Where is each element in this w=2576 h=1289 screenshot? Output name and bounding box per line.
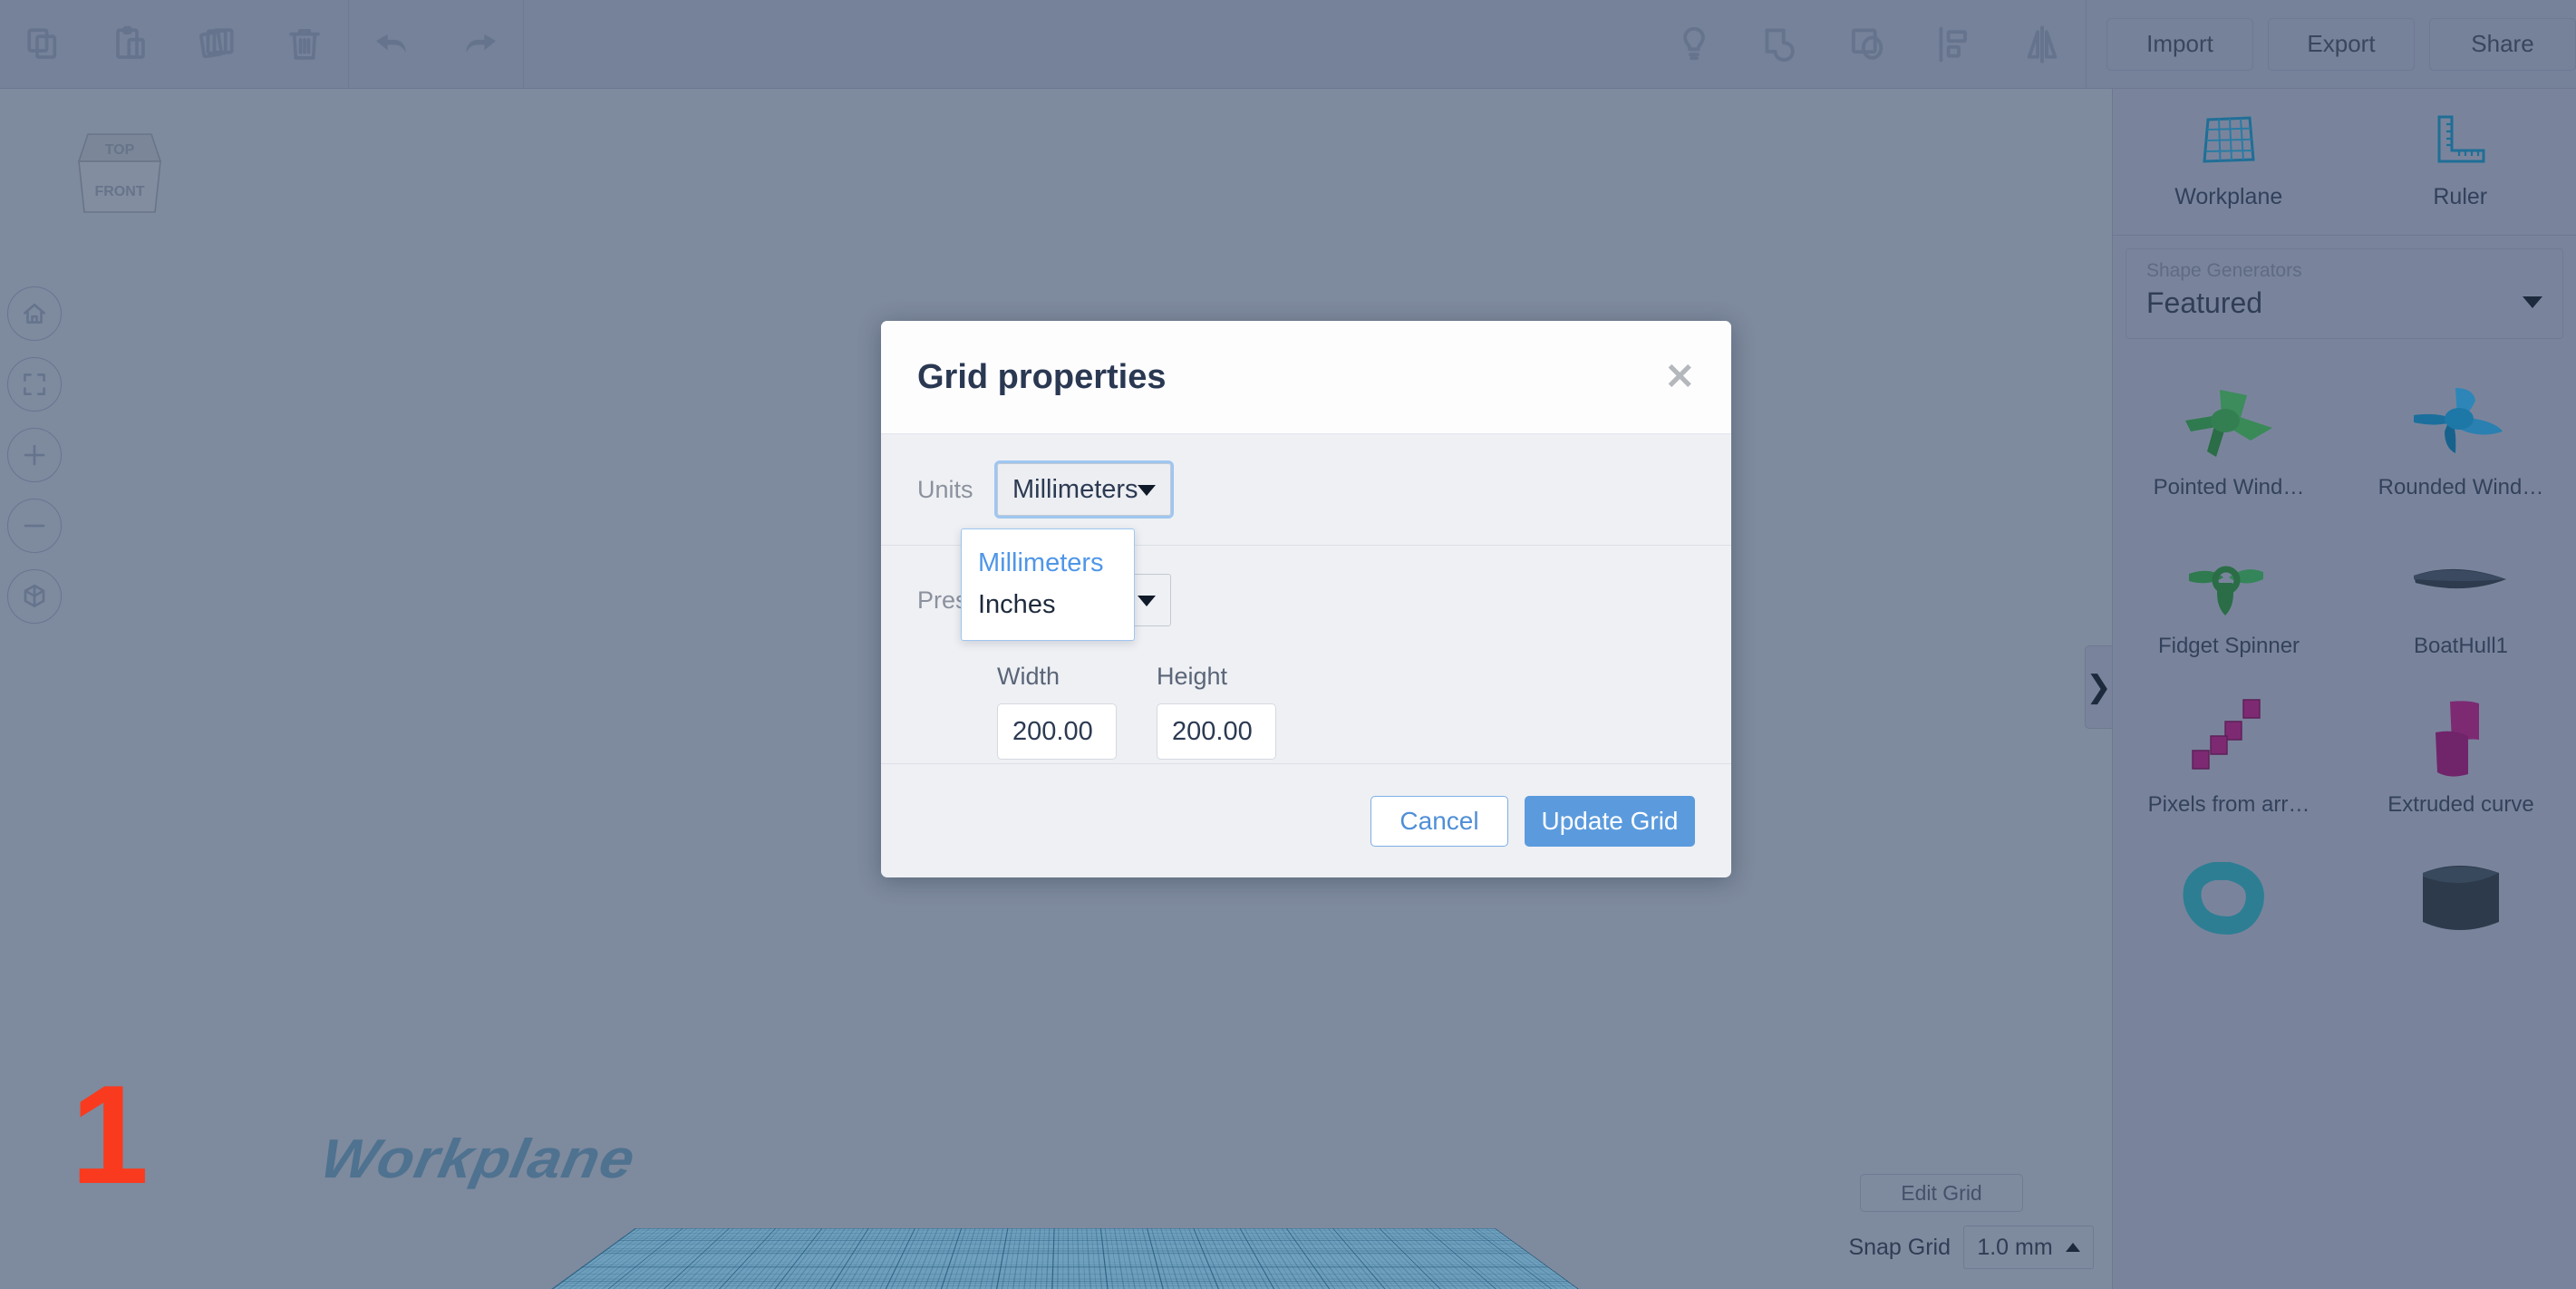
workplane-grid-icon [2201,114,2257,171]
duplicate-icon[interactable] [174,0,261,89]
export-button[interactable]: Export [2268,17,2415,71]
zoom-out-button[interactable] [7,499,62,553]
units-select[interactable]: Millimeters [994,460,1174,519]
copy-icon[interactable] [0,0,87,89]
history-tool-group [349,0,523,89]
edit-grid-button[interactable]: Edit Grid [1860,1174,2023,1212]
shape-item[interactable] [2113,837,2345,995]
align-icon[interactable] [1912,0,1999,89]
width-label: Width [997,663,1060,690]
top-toolbar: Import Export Share [0,0,2576,89]
pixels-from-array-thumbnail [2174,693,2283,787]
ortho-view-button[interactable] [7,569,62,624]
shape-item[interactable] [2345,837,2576,995]
dimension-inputs: 200.00 200.00 [917,703,1695,760]
ungroup-icon[interactable] [1825,0,1912,89]
shape-item[interactable]: BoatHull1 [2345,519,2576,678]
caret-down-icon [1138,596,1156,606]
width-input[interactable]: 200.00 [997,703,1117,760]
chevron-down-icon [2523,296,2542,308]
shape-generators-value: Featured [2146,286,2263,319]
shape-label: Fidget Spinner [2157,634,2300,658]
view-cube[interactable]: TOP FRONT [50,127,168,254]
shape-item[interactable]: Fidget Spinner [2113,519,2345,678]
workplane-ruler-row: Workplane Ruler [2113,89,2576,236]
shape-label: Extruded curve [2387,792,2534,817]
dialog-body: Units Millimeters Presets Width Height 2… [881,434,1731,760]
delete-icon[interactable] [261,0,348,89]
shape-library-grid: Pointed Wind… Rounded Wind… Fidget Spinn… [2113,361,2576,1289]
height-input[interactable]: 200.00 [1157,703,1276,760]
viewcube-top-label: TOP [105,142,135,158]
close-icon[interactable]: ✕ [1664,359,1695,395]
shape-label: BoatHull1 [2413,634,2509,658]
ruler-tool-button[interactable]: Ruler [2345,89,2576,235]
viewcube-front-label: FRONT [94,184,144,199]
import-button[interactable]: Import [2106,17,2253,71]
units-dropdown-list[interactable]: Millimeters Inches [961,528,1135,641]
extruded-curve-thumbnail [2407,693,2515,787]
shape-item[interactable]: Rounded Wind… [2345,361,2576,519]
snap-grid-control: Snap Grid 1.0 mm [1848,1226,2094,1269]
shape-label: Pointed Wind… [2153,475,2305,499]
grid-properties-dialog: Grid properties ✕ Units Millimeters Pres… [881,321,1731,877]
dialog-title: Grid properties [917,357,1167,396]
cancel-button[interactable]: Cancel [1370,795,1508,847]
group-icon[interactable] [1738,0,1825,89]
units-label: Units [917,475,973,503]
step-number-marker: 1 [71,1056,150,1213]
caret-down-icon [1138,485,1156,496]
toolbar-divider-3 [2086,0,2087,89]
cylinder-thumbnail [2407,851,2515,945]
workplane-tool-button[interactable]: Workplane [2113,89,2345,235]
ruler-tool-label: Ruler [2433,183,2488,209]
workplane-tool-label: Workplane [2174,183,2283,209]
panel-collapse-handle[interactable]: ❯ [2085,645,2112,729]
redo-icon[interactable] [436,0,523,89]
share-button[interactable]: Share [2429,17,2576,71]
home-view-button[interactable] [7,286,62,341]
boat-hull-thumbnail [2407,534,2515,628]
snap-grid-select[interactable]: 1.0 mm [1963,1226,2094,1269]
rounded-windmill-thumbnail [2407,375,2515,470]
toolbar-divider [348,0,349,89]
edit-tool-group [0,0,348,89]
workplane-grid[interactable] [235,1227,1895,1289]
fidget-spinner-thumbnail [2174,534,2283,628]
dimension-labels: Width Height [917,663,1695,691]
paste-icon[interactable] [87,0,174,89]
lightbulb-icon[interactable] [1651,0,1738,89]
view-tool-group [1651,0,2086,89]
fit-view-button[interactable] [7,357,62,412]
pointed-windmill-thumbnail [2174,375,2283,470]
curved-tube-thumbnail [2174,851,2283,945]
units-option-inches[interactable]: Inches [962,584,1134,625]
caret-up-icon [2065,1243,2080,1252]
snap-grid-value: 1.0 mm [1977,1234,2053,1260]
update-grid-button[interactable]: Update Grid [1525,795,1695,847]
right-sidebar: Workplane Ruler Shape Generators Feature… [2112,89,2576,1289]
snap-grid-label: Snap Grid [1848,1234,1951,1260]
zoom-in-button[interactable] [7,428,62,482]
shape-label: Pixels from arr… [2147,792,2310,817]
shape-generators-dropdown[interactable]: Shape Generators Featured [2126,248,2563,339]
dialog-header: Grid properties ✕ [881,321,1731,434]
units-selected-value: Millimeters [1012,474,1138,504]
shape-item[interactable]: Pointed Wind… [2113,361,2345,519]
mirror-icon[interactable] [1999,0,2086,89]
dialog-footer: Cancel Update Grid [881,763,1731,877]
height-label: Height [1157,663,1228,690]
toolbar-divider-2 [523,0,524,89]
undo-icon[interactable] [349,0,436,89]
width-height-block: Width Height 200.00 200.00 [917,655,1695,760]
shape-item[interactable]: Pixels from arr… [2113,678,2345,837]
shape-item[interactable]: Extruded curve [2345,678,2576,837]
units-option-millimeters[interactable]: Millimeters [962,542,1134,584]
ruler-icon [2432,114,2488,171]
shape-generators-title: Shape Generators [2146,260,2302,281]
shape-label: Rounded Wind… [2377,475,2544,499]
